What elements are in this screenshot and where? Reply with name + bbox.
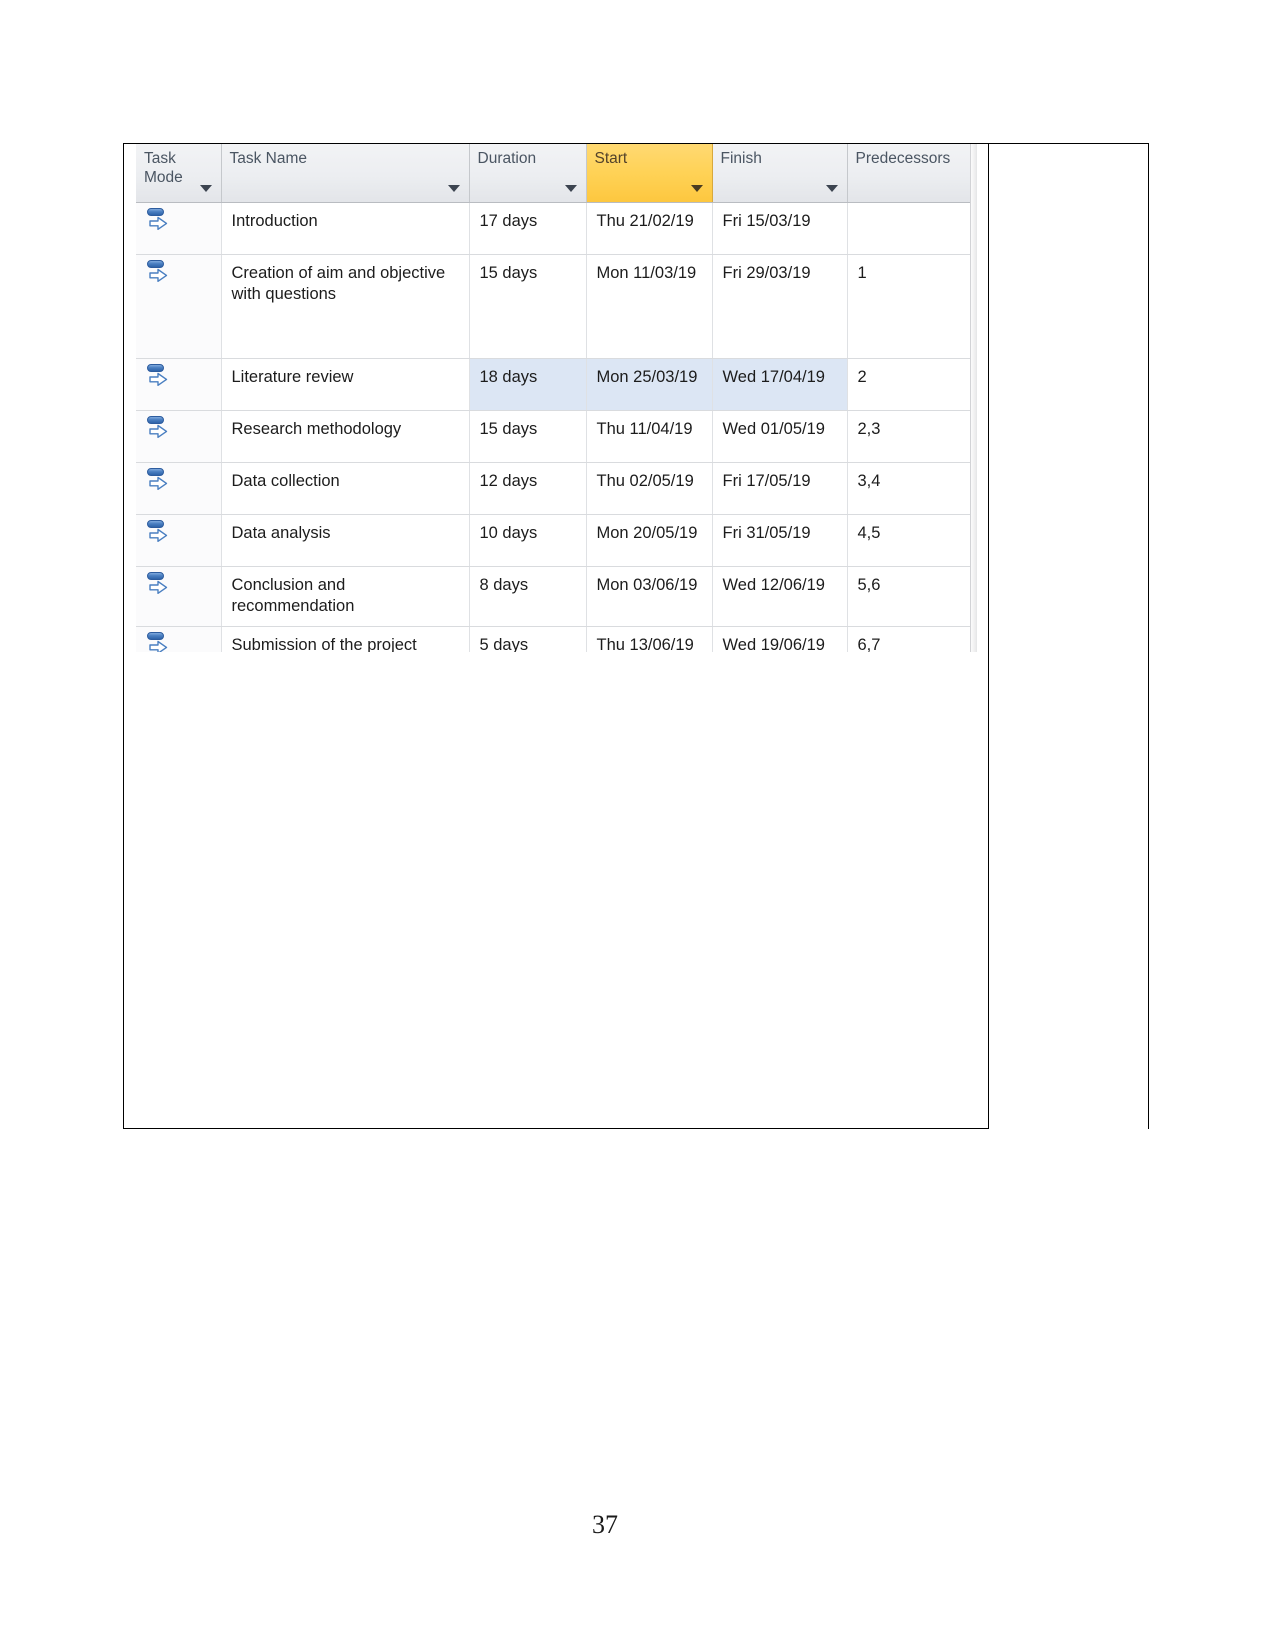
task-name-cell[interactable]: Research methodology	[221, 410, 470, 463]
predecessors-cell[interactable]: 3,4	[847, 462, 970, 515]
column-header-duration[interactable]: Duration	[469, 144, 587, 203]
filter-caret-icon-task-name[interactable]	[447, 185, 460, 192]
task-name-cell[interactable]: Literature review	[221, 358, 470, 411]
filter-caret-icon-duration[interactable]	[564, 185, 577, 192]
finish-date-cell[interactable]: Wed 01/05/19	[712, 410, 848, 463]
arrow-right-outline-icon	[149, 216, 168, 230]
finish-date-cell[interactable]: Fri 17/05/19	[712, 462, 848, 515]
manually-scheduled-icon[interactable]	[146, 260, 170, 288]
duration-cell[interactable]: 5 days	[469, 626, 587, 652]
task-mode-cell[interactable]	[136, 410, 222, 463]
finish-date-cell[interactable]: Wed 17/04/19	[712, 358, 848, 411]
column-header-start[interactable]: Start	[586, 144, 713, 203]
finish-date-cell[interactable]: Fri 15/03/19	[712, 202, 848, 255]
column-header-duration-label: Duration	[477, 150, 537, 167]
task-name-cell[interactable]: Introduction	[221, 202, 470, 255]
predecessors-cell[interactable]: 6,7	[847, 626, 970, 652]
filter-caret-icon-start[interactable]	[690, 185, 703, 192]
column-header-task-name-label: Task Name	[229, 150, 308, 167]
manually-scheduled-icon[interactable]	[146, 468, 170, 496]
task-name-cell[interactable]: Data analysis	[221, 514, 470, 567]
finish-date-cell[interactable]: Fri 31/05/19	[712, 514, 848, 567]
start-date-cell[interactable]: Mon 25/03/19	[586, 358, 713, 411]
task-mode-cell[interactable]	[136, 462, 222, 515]
column-header-finish-label: Finish	[720, 150, 762, 167]
task-row[interactable]: Submission of the project 5 days Thu 13/06…	[136, 626, 970, 652]
column-header-predecessors[interactable]: Predecessors	[847, 144, 970, 203]
start-date-cell[interactable]: Thu 13/06/19	[586, 626, 713, 652]
task-mode-cell[interactable]	[136, 202, 222, 255]
task-row[interactable]: Conclusion and recommendation 8 days Mon 0…	[136, 566, 970, 627]
task-row[interactable]: Introduction 17 days Thu 21/02/19 Fri 15/03…	[136, 202, 970, 255]
task-row[interactable]: Data analysis 10 days Mon 20/05/19 Fri 31/0…	[136, 514, 970, 567]
predecessors-cell[interactable]: 1	[847, 254, 970, 359]
task-mode-cell[interactable]	[136, 626, 222, 652]
column-header-task-mode-label: Task Mode	[144, 150, 183, 186]
project-task-table-image: Task Mode Task Name Duration Start Finis…	[136, 144, 977, 652]
arrow-right-outline-icon	[149, 528, 168, 542]
finish-date-cell[interactable]: Wed 19/06/19	[712, 626, 848, 652]
duration-cell[interactable]: 17 days	[469, 202, 587, 255]
manually-scheduled-icon[interactable]	[146, 364, 170, 392]
start-date-cell[interactable]: Thu 11/04/19	[586, 410, 713, 463]
start-date-cell[interactable]: Thu 21/02/19	[586, 202, 713, 255]
task-row[interactable]: Creation of aim and objective with quest…	[136, 254, 970, 359]
arrow-right-outline-icon	[149, 372, 168, 386]
manually-scheduled-icon[interactable]	[146, 572, 170, 600]
duration-cell[interactable]: 18 days	[469, 358, 587, 411]
predecessors-cell[interactable]: 4,5	[847, 514, 970, 567]
duration-cell[interactable]: 15 days	[469, 410, 587, 463]
finish-date-cell[interactable]: Fri 29/03/19	[712, 254, 848, 359]
column-header-predecessors-label: Predecessors	[855, 150, 951, 167]
predecessors-cell[interactable]: 5,6	[847, 566, 970, 627]
start-date-cell[interactable]: Mon 03/06/19	[586, 566, 713, 627]
duration-cell[interactable]: 10 days	[469, 514, 587, 567]
arrow-right-outline-icon	[149, 424, 168, 438]
arrow-right-outline-icon	[149, 476, 168, 490]
finish-date-cell[interactable]: Wed 12/06/19	[712, 566, 848, 627]
column-header-task-mode[interactable]: Task Mode	[136, 144, 222, 203]
filter-caret-icon-task-mode[interactable]	[199, 185, 212, 192]
start-date-cell[interactable]: Mon 20/05/19	[586, 514, 713, 567]
arrow-right-outline-icon	[149, 268, 168, 282]
task-row[interactable]: Literature review 18 days Mon 25/03/19 Wed …	[136, 358, 970, 411]
predecessors-cell[interactable]: 2	[847, 358, 970, 411]
task-mode-cell[interactable]	[136, 514, 222, 567]
column-header-start-label: Start	[594, 150, 628, 167]
manually-scheduled-icon[interactable]	[146, 520, 170, 548]
vertical-scrollbar-thumb[interactable]	[971, 144, 977, 652]
arrow-right-outline-icon	[149, 580, 168, 594]
project-task-grid: Task Mode Task Name Duration Start Finis…	[136, 144, 970, 652]
task-mode-cell[interactable]	[136, 254, 222, 359]
manually-scheduled-icon[interactable]	[146, 416, 170, 444]
predecessors-cell[interactable]: 2,3	[847, 410, 970, 463]
task-grid-header-row: Task Mode Task Name Duration Start Finis…	[136, 144, 970, 203]
column-header-task-name[interactable]: Task Name	[221, 144, 470, 203]
duration-cell[interactable]: 12 days	[469, 462, 587, 515]
task-name-cell[interactable]: Conclusion and recommendation	[221, 566, 470, 627]
arrow-right-outline-icon	[149, 640, 168, 652]
task-mode-cell[interactable]	[136, 358, 222, 411]
task-row[interactable]: Data collection 12 days Thu 02/05/19 Fri 17…	[136, 462, 970, 515]
page-number: 37	[592, 1510, 618, 1539]
start-date-cell[interactable]: Thu 02/05/19	[586, 462, 713, 515]
document-table-cell-right	[989, 144, 1149, 1129]
task-name-cell[interactable]: Data collection	[221, 462, 470, 515]
duration-cell[interactable]: 8 days	[469, 566, 587, 627]
task-mode-cell[interactable]	[136, 566, 222, 627]
duration-cell[interactable]: 15 days	[469, 254, 587, 359]
manually-scheduled-icon[interactable]	[146, 208, 170, 236]
task-row[interactable]: Research methodology 15 days Thu 11/04/19 W…	[136, 410, 970, 463]
start-date-cell[interactable]: Mon 11/03/19	[586, 254, 713, 359]
predecessors-cell[interactable]	[847, 202, 970, 255]
filter-caret-icon-finish[interactable]	[825, 185, 838, 192]
manually-scheduled-icon[interactable]	[146, 631, 170, 652]
column-header-finish[interactable]: Finish	[712, 144, 848, 203]
task-name-cell[interactable]: Submission of the project	[221, 626, 470, 652]
vertical-scrollbar[interactable]	[970, 144, 977, 652]
task-name-cell[interactable]: Creation of aim and objective with quest…	[221, 254, 470, 359]
